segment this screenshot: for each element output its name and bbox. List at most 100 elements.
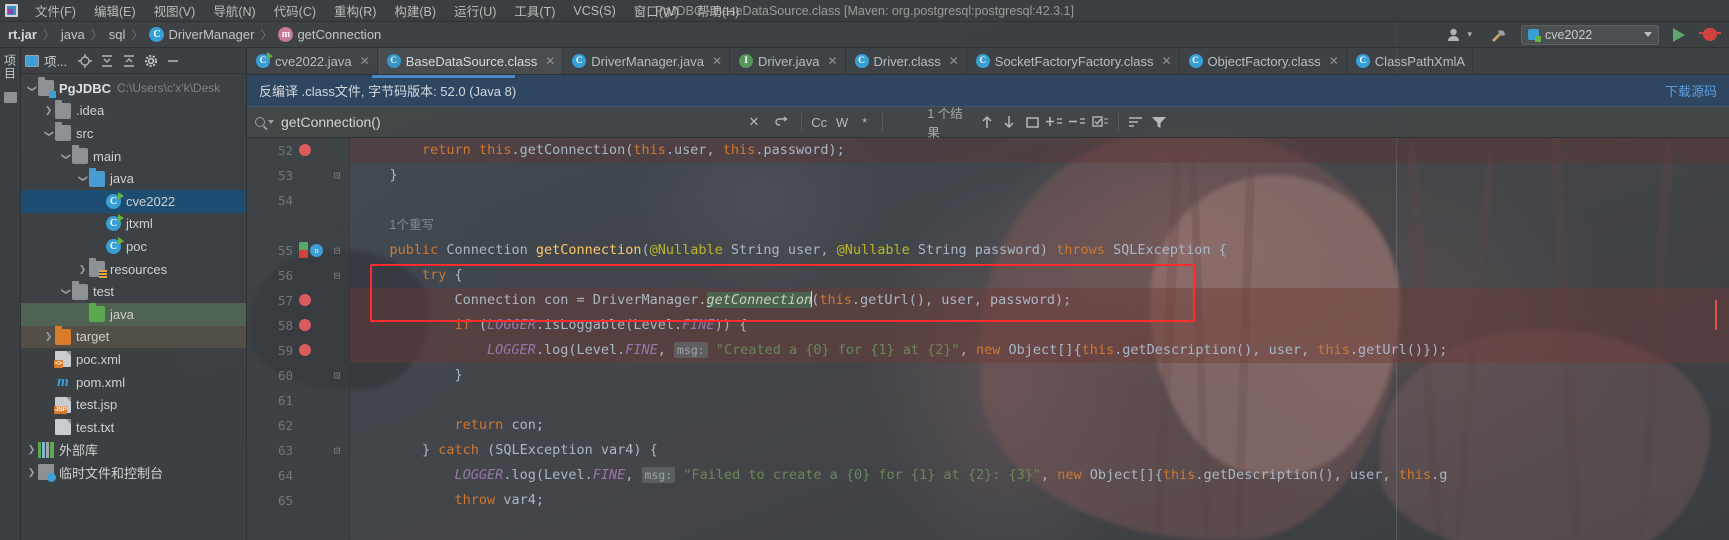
find-next-button[interactable]	[998, 110, 1021, 134]
hide-panel-icon[interactable]	[163, 51, 183, 71]
breadcrumb-item-drivermanager[interactable]: C DriverManager	[149, 27, 254, 42]
tree-node-main[interactable]: main	[21, 145, 246, 168]
error-stripe-marker[interactable]	[1715, 300, 1717, 330]
chevron-down-icon[interactable]	[42, 128, 55, 139]
chevron-right-icon[interactable]	[42, 105, 55, 116]
tab-close-icon[interactable]: ✕	[712, 54, 722, 68]
editor-tab-driver-class[interactable]: C Driver.class ✕	[846, 48, 967, 74]
history-icon[interactable]	[769, 110, 795, 134]
chevron-down-icon[interactable]	[76, 173, 89, 184]
code-fold-end-icon[interactable]: ⊡	[331, 363, 343, 388]
whole-words-toggle[interactable]: W	[831, 110, 854, 134]
editor-tab-drivermanager-java[interactable]: C DriverManager.java ✕	[563, 48, 731, 74]
breakpoint-icon[interactable]	[299, 294, 311, 306]
run-configuration-selector[interactable]: cve2022	[1521, 24, 1659, 45]
code-editor[interactable]: 52 return this.getConnection(this.user, …	[247, 138, 1729, 540]
tree-node-test-jsp[interactable]: JSP test.jsp	[21, 393, 246, 416]
add-selection-button[interactable]	[1043, 110, 1066, 134]
tree-node-jtxml[interactable]: Cjtxml	[21, 213, 246, 236]
tree-node-java[interactable]: java	[21, 167, 246, 190]
tab-close-icon[interactable]: ✕	[827, 54, 837, 68]
tree-node-cve2022[interactable]: Ccve2022	[21, 189, 246, 213]
menu-item-7[interactable]: 运行(U)	[445, 0, 505, 22]
expand-all-icon[interactable]	[97, 51, 117, 71]
menu-item-8[interactable]: 工具(T)	[505, 0, 564, 22]
download-sources-link[interactable]: 下载源码	[1665, 81, 1717, 100]
tab-close-icon[interactable]: ✕	[1329, 54, 1339, 68]
tree-node-test[interactable]: test	[21, 280, 246, 303]
chevron-right-icon[interactable]	[42, 331, 55, 342]
breadcrumb-item-rt-jar[interactable]: rt.jar	[8, 27, 37, 42]
tree-node-resources[interactable]: resources	[21, 258, 246, 281]
chevron-down-icon[interactable]	[25, 83, 38, 94]
menu-item-4[interactable]: 代码(C)	[265, 0, 325, 22]
tab-close-icon[interactable]: ✕	[1161, 54, 1171, 68]
gutter-markers[interactable]: o	[299, 242, 323, 258]
breakpoint-icon[interactable]	[299, 144, 311, 156]
breadcrumb-item-sql[interactable]: sql	[109, 27, 126, 42]
code-fold-end-icon[interactable]: ⊡	[331, 163, 343, 188]
remove-selection-button[interactable]	[1066, 110, 1089, 134]
tree-node-pom-xml[interactable]: m pom.xml	[21, 371, 246, 394]
tree-node-java[interactable]: java	[21, 302, 246, 326]
run-button[interactable]	[1669, 26, 1689, 44]
toggle-selection-button[interactable]	[1089, 110, 1112, 134]
code-fold-end-icon[interactable]: ⊡	[331, 438, 343, 463]
chevron-right-icon[interactable]	[25, 467, 38, 478]
menu-item-3[interactable]: 导航(N)	[204, 0, 264, 22]
menu-item-2[interactable]: 视图(V)	[145, 0, 205, 22]
project-panel-title[interactable]: 项...	[25, 51, 67, 70]
editor-tab-cve2022-java[interactable]: Ccve2022.java ✕	[247, 48, 378, 74]
tree-node-target[interactable]: target	[21, 325, 246, 349]
regex-toggle[interactable]: *	[853, 110, 876, 134]
collapse-all-icon[interactable]	[119, 51, 139, 71]
tree-node-pgjdbc[interactable]: PgJDBC C:\Users\c'x'k\Desk	[21, 77, 246, 100]
chevron-down-icon[interactable]	[59, 286, 72, 297]
locate-icon[interactable]	[75, 51, 95, 71]
debug-button[interactable]	[1699, 26, 1721, 43]
user-avatar-icon[interactable]: ▾	[1443, 25, 1476, 44]
menu-item-11[interactable]: 帮助(H)	[688, 0, 748, 22]
overridden-method-icon[interactable]	[299, 242, 308, 258]
editor-tab-basedatasource-class[interactable]: C BaseDataSource.class ✕	[377, 48, 564, 74]
menu-item-6[interactable]: 构建(B)	[385, 0, 445, 22]
hammer-build-icon[interactable]	[1486, 25, 1511, 45]
settings-gear-icon[interactable]	[141, 51, 161, 71]
breakpoint-icon[interactable]	[299, 319, 311, 331]
structure-icon[interactable]	[3, 92, 17, 103]
implemented-method-icon[interactable]: o	[310, 243, 323, 257]
match-case-toggle[interactable]: Cc	[808, 110, 831, 134]
tab-close-icon[interactable]: ✕	[949, 54, 959, 68]
editor-tab-classpathxmla[interactable]: C ClassPathXmlA	[1347, 48, 1474, 74]
editor-tab-driver-java[interactable]: I Driver.java ✕	[730, 48, 846, 74]
tree-node--[interactable]: 临时文件和控制台	[21, 461, 246, 484]
tab-close-icon[interactable]: ✕	[545, 54, 555, 68]
tree-node-test-txt[interactable]: test.txt	[21, 416, 246, 439]
editor-tab-socketfactoryfactory-class[interactable]: C SocketFactoryFactory.class ✕	[967, 48, 1180, 74]
chevron-right-icon[interactable]	[25, 444, 38, 455]
filter-icon[interactable]	[1147, 110, 1170, 134]
select-all-occurrences-button[interactable]	[1021, 110, 1044, 134]
tab-close-icon[interactable]: ✕	[360, 54, 370, 68]
code-fold-start-icon[interactable]: ⊟	[331, 263, 343, 288]
editor-tab-objectfactory-class[interactable]: C ObjectFactory.class ✕	[1180, 48, 1347, 74]
tree-node--[interactable]: 外部库	[21, 439, 246, 462]
find-input[interactable]: getConnection() ✕	[255, 107, 795, 137]
inline-override-hint[interactable]: 1个重写	[390, 218, 434, 232]
menu-item-1[interactable]: 编辑(E)	[85, 0, 145, 22]
chevron-right-icon[interactable]	[76, 264, 89, 275]
close-icon[interactable]: ✕	[741, 110, 767, 134]
breadcrumb-item-getconnection[interactable]: m getConnection	[278, 27, 381, 42]
breadcrumb-item-java[interactable]: java	[61, 27, 85, 42]
chevron-down-icon[interactable]	[59, 151, 72, 162]
menu-item-5[interactable]: 重构(R)	[325, 0, 385, 22]
tree-node-poc[interactable]: Cpoc	[21, 235, 246, 258]
breakpoint-icon[interactable]	[299, 344, 311, 356]
tree-node-src[interactable]: src	[21, 122, 246, 145]
menu-item-9[interactable]: VCS(S)	[564, 2, 624, 20]
find-previous-button[interactable]	[975, 110, 998, 134]
tool-window-project-button[interactable]: 项目	[2, 54, 19, 80]
menu-item-10[interactable]: 窗口(W)	[625, 0, 688, 22]
code-fold-start-icon[interactable]: ⊟	[331, 238, 343, 263]
tree-node--idea[interactable]: .idea	[21, 99, 246, 123]
